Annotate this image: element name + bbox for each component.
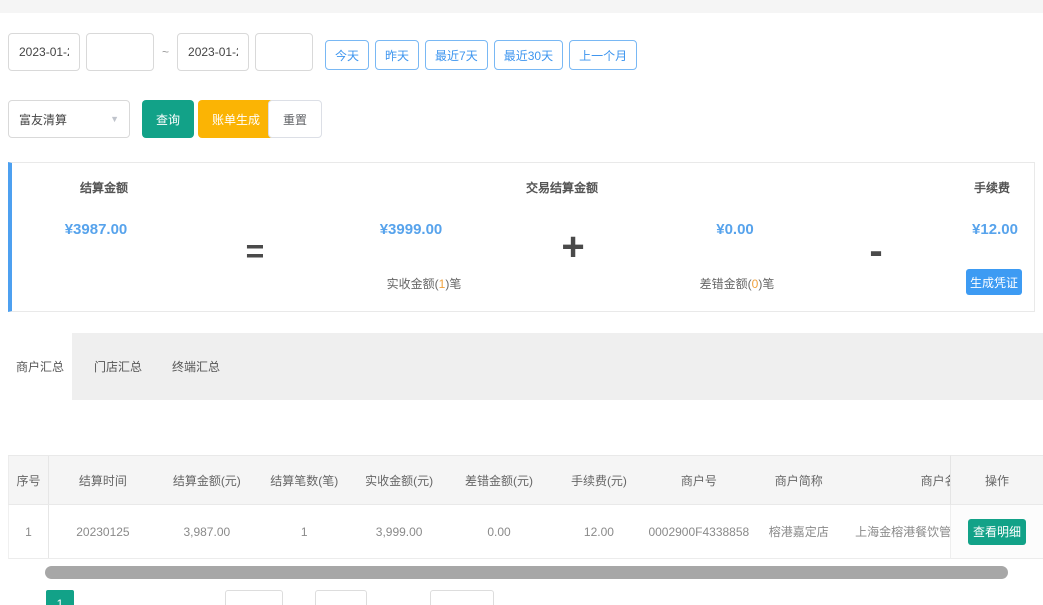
quick-today-button[interactable]: 今天 <box>325 40 369 70</box>
channel-select-value: 富友清算 <box>19 111 67 128</box>
quick-range-buttons: 今天 昨天 最近7天 最近30天 上一个月 <box>325 40 637 70</box>
top-strip <box>0 0 1043 13</box>
quick-yesterday-button[interactable]: 昨天 <box>375 40 419 70</box>
end-time-input[interactable] <box>255 33 313 71</box>
minus-operator: - <box>869 229 882 274</box>
reset-button[interactable]: 重置 <box>268 100 322 138</box>
row-received-amount: 3,999.00 <box>352 505 447 558</box>
date-range-filter: ~ <box>8 33 313 71</box>
pagination-size-select[interactable] <box>225 590 283 605</box>
generate-voucher-button[interactable]: 生成凭证 <box>966 269 1022 295</box>
received-amount-value: ¥3999.00 <box>380 221 443 238</box>
error-amount-value: ¥0.00 <box>716 221 754 238</box>
channel-select[interactable]: 富友清算 ▼ <box>8 100 130 138</box>
tab-terminal-summary[interactable]: 终端汇总 <box>164 333 228 400</box>
range-separator: ~ <box>162 45 169 59</box>
quick-lastmonth-button[interactable]: 上一个月 <box>569 40 637 70</box>
received-count: 1 <box>439 277 446 291</box>
trade-settle-label: 交易结算金额 <box>526 179 598 196</box>
action-cell: 查看明细 <box>950 505 1043 559</box>
table-header: 序号 结算时间 结算金额(元) 结算笔数(笔) 实收金额(元) 差错金额(元) … <box>8 455 1043 505</box>
horizontal-scrollbar[interactable] <box>45 566 1008 579</box>
error-suffix: )笔 <box>758 277 774 291</box>
end-date-input[interactable] <box>177 33 249 71</box>
summary-tabs: 商户汇总 门店汇总 终端汇总 <box>8 333 1043 400</box>
action-column: 操作 查看明细 <box>950 455 1043 559</box>
start-date-input[interactable] <box>8 33 80 71</box>
fee-amount-value: ¥12.00 <box>972 221 1018 238</box>
settle-amount-value: ¥3987.00 <box>65 221 128 238</box>
row-seq: 1 <box>9 505 49 558</box>
tab-store-summary[interactable]: 门店汇总 <box>86 333 150 400</box>
col-received-amount: 实收金额(元) <box>352 456 447 504</box>
col-seq: 序号 <box>9 456 49 504</box>
quick-last30-button[interactable]: 最近30天 <box>494 40 563 70</box>
pagination-active-page[interactable]: 1 <box>46 590 74 605</box>
pagination-jump-input[interactable] <box>315 590 367 605</box>
row-merchant-short: 榕港嘉定店 <box>751 505 846 558</box>
col-merchant-short: 商户简称 <box>751 456 846 504</box>
settlement-page: ~ 今天 昨天 最近7天 最近30天 上一个月 富友清算 ▼ 查询 账单生成 重… <box>0 0 1043 605</box>
table-row: 1 20230125 3,987.00 1 3,999.00 0.00 12.0… <box>8 505 1043 559</box>
col-settle-count: 结算笔数(笔) <box>257 456 352 504</box>
row-error-amount: 0.00 <box>447 505 552 558</box>
error-count-label: 差错金额(0)笔 <box>700 275 775 292</box>
col-settle-time: 结算时间 <box>49 456 157 504</box>
settlement-summary-panel: 结算金额 ¥3987.00 = 交易结算金额 ¥3999.00 实收金额(1)笔… <box>8 162 1035 312</box>
row-settle-count: 1 <box>257 505 352 558</box>
col-fee: 手续费(元) <box>551 456 646 504</box>
error-count: 0 <box>752 277 759 291</box>
received-prefix: 实收金额( <box>387 277 439 291</box>
equals-operator: = <box>246 233 265 270</box>
tab-merchant-summary[interactable]: 商户汇总 <box>8 333 72 400</box>
query-button[interactable]: 查询 <box>142 100 194 138</box>
view-detail-button[interactable]: 查看明细 <box>968 519 1026 545</box>
col-error-amount: 差错金额(元) <box>447 456 552 504</box>
col-merchant-no: 商户号 <box>646 456 751 504</box>
quick-last7-button[interactable]: 最近7天 <box>425 40 488 70</box>
generate-bill-button[interactable]: 账单生成 <box>198 100 274 138</box>
error-prefix: 差错金额( <box>700 277 752 291</box>
settle-amount-label: 结算金额 <box>80 179 128 196</box>
plus-operator: + <box>561 225 584 270</box>
row-merchant-no: 0002900F4338858 <box>646 505 751 558</box>
row-settle-time: 20230125 <box>49 505 157 558</box>
fee-label: 手续费 <box>974 179 1010 196</box>
col-settle-amount: 结算金额(元) <box>157 456 257 504</box>
col-action: 操作 <box>950 455 1043 505</box>
row-settle-amount: 3,987.00 <box>157 505 257 558</box>
received-suffix: )笔 <box>445 277 461 291</box>
pagination-extra-box[interactable] <box>430 590 494 605</box>
received-count-label: 实收金额(1)笔 <box>387 275 462 292</box>
start-time-input[interactable] <box>86 33 154 71</box>
chevron-down-icon: ▼ <box>110 114 119 124</box>
row-fee: 12.00 <box>551 505 646 558</box>
